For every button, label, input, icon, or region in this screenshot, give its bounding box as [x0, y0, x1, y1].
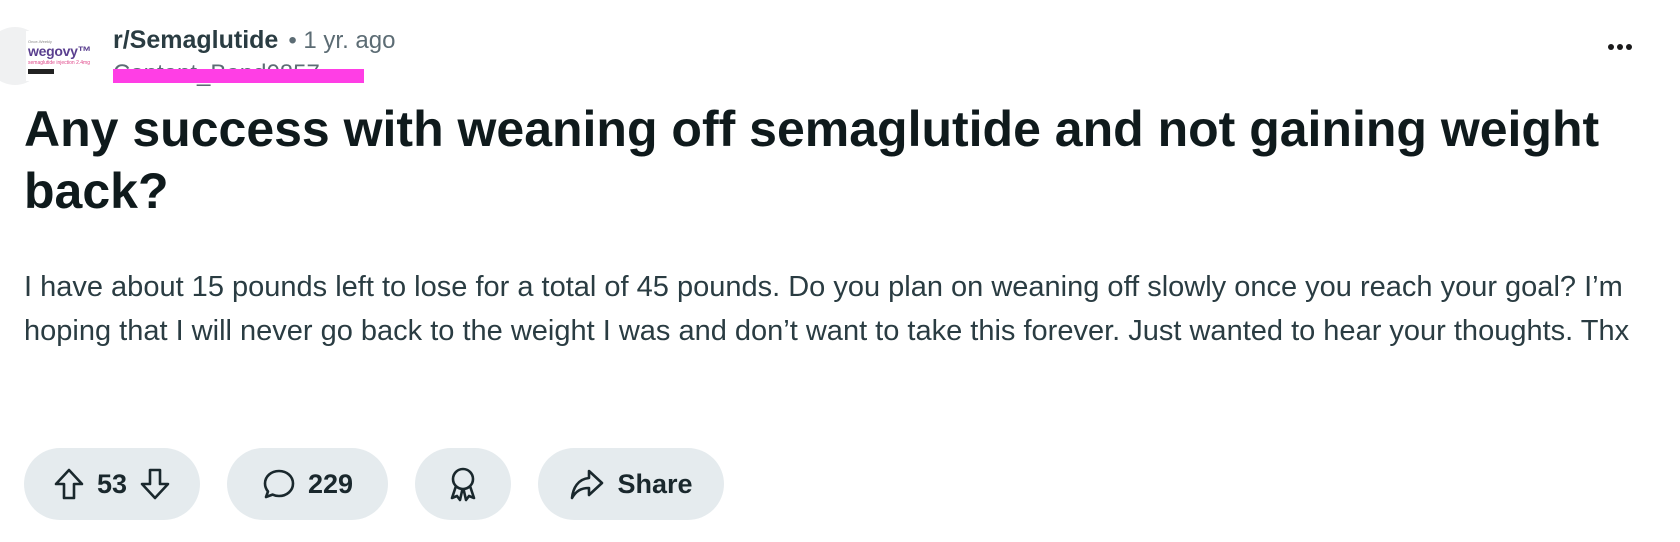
post-age: • 1 yr. ago	[288, 27, 396, 54]
logo-subtext: semaglutide injection 2.4mg	[28, 60, 90, 66]
comment-bubble-icon	[262, 467, 296, 501]
award-button[interactable]	[415, 448, 511, 520]
upvote-count: 53	[96, 468, 128, 499]
share-button[interactable]: Share	[538, 448, 724, 520]
post-title[interactable]: Any success with weaning off semaglutide…	[24, 98, 1664, 222]
wegovy-logo: Once-Weekly wegovy™ semaglutide injectio…	[26, 31, 92, 81]
more-dot	[1626, 44, 1632, 50]
comment-count: 229	[307, 468, 354, 499]
logo-bar	[28, 69, 54, 74]
upvote-arrow-icon[interactable]	[53, 467, 85, 501]
post-meta: r/Semaglutide • 1 yr. ago	[113, 26, 395, 55]
logo-brand-word: wegovy™	[28, 43, 92, 59]
comments-button[interactable]: 229	[227, 448, 388, 520]
more-options-icon[interactable]	[1608, 44, 1632, 50]
downvote-arrow-icon[interactable]	[139, 467, 171, 501]
more-dot	[1608, 44, 1614, 50]
vote-pill: 53	[24, 448, 200, 520]
share-label: Share	[617, 468, 693, 499]
share-arrow-icon	[569, 467, 605, 501]
award-icon	[446, 465, 480, 503]
redaction-bar	[113, 69, 364, 83]
more-dot	[1617, 44, 1623, 50]
post-body: I have about 15 pounds left to lose for …	[24, 271, 1630, 347]
subreddit-link[interactable]: r/Semaglutide	[113, 26, 278, 55]
subreddit-avatar[interactable]: Once-Weekly wegovy™ semaglutide injectio…	[0, 27, 99, 85]
action-bar: 53 229 Share	[24, 448, 724, 520]
